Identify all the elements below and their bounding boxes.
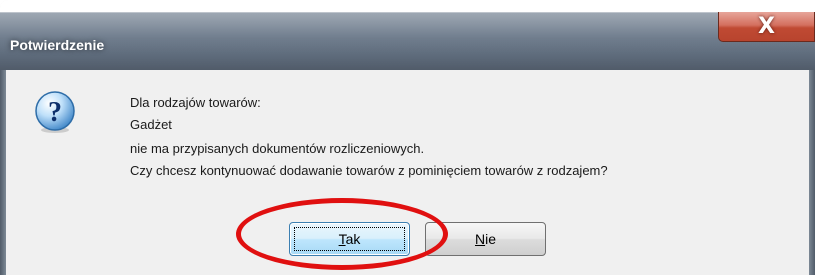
close-icon: X	[758, 14, 775, 39]
question-icon: ?	[35, 91, 75, 133]
yes-button[interactable]: Tak	[289, 222, 410, 256]
svg-text:?: ?	[48, 97, 62, 128]
confirmation-dialog: Potwierdzenie X ? Dla rodzajów towarów: …	[0, 0, 815, 275]
message-line-2: Gadżet	[130, 117, 172, 132]
no-button-rest: ie	[485, 231, 497, 247]
no-button[interactable]: Nie	[425, 222, 546, 256]
dialog-title: Potwierdzenie	[10, 37, 105, 53]
yes-button-accel: T	[338, 231, 346, 247]
title-bar[interactable]: Potwierdzenie	[0, 0, 815, 70]
no-button-accel: N	[474, 231, 486, 247]
message-line-1: Dla rodzajów towarów:	[130, 95, 261, 110]
message-line-4: Czy chcesz kontynuować dodawanie towarów…	[130, 163, 608, 178]
no-button-label: Nie	[475, 231, 496, 247]
close-button[interactable]: X	[718, 12, 815, 42]
message-line-3: nie ma przypisanych dokumentów rozliczen…	[130, 141, 425, 156]
window-frame-right	[809, 70, 815, 275]
yes-button-label: Tak	[339, 231, 361, 247]
yes-button-rest: ak	[345, 231, 361, 247]
